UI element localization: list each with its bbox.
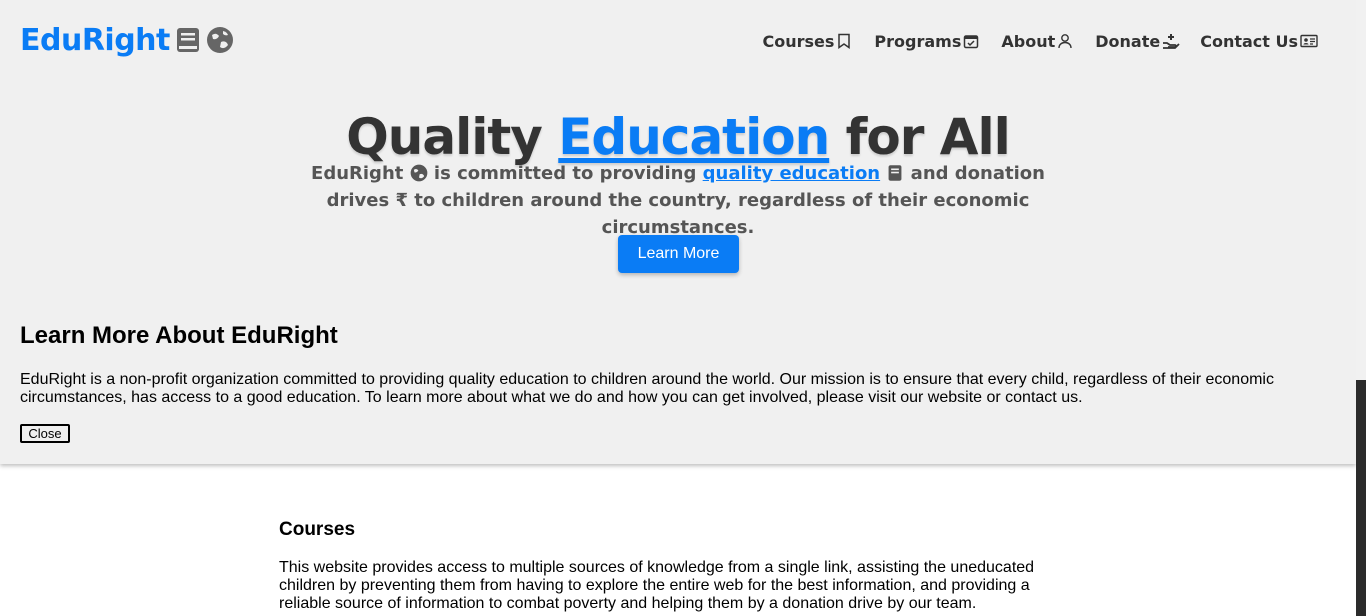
headline-post: for All: [829, 107, 1011, 166]
hand-donate-icon: [1162, 33, 1180, 49]
nav-about[interactable]: About: [1001, 32, 1073, 51]
nav-courses-label: Courses: [762, 31, 835, 51]
learn-more-button[interactable]: Learn More: [618, 235, 739, 273]
calendar-check-icon: [963, 33, 979, 49]
hero-section: EduRight Courses Programs About Donate C…: [0, 0, 1356, 464]
headline-pre: Quality: [346, 107, 559, 166]
globe-icon: [206, 26, 234, 54]
bookmark-icon: [836, 33, 852, 49]
quality-education-link[interactable]: quality education: [703, 163, 880, 184]
brand-name: EduRight: [20, 22, 170, 58]
id-card-icon: [1300, 33, 1318, 49]
nav-courses[interactable]: Courses: [762, 32, 852, 51]
hero-subtitle: EduRight is committed to providing quali…: [283, 160, 1073, 241]
courses-heading: Courses: [279, 519, 356, 540]
nav-about-label: About: [1001, 31, 1056, 51]
book-icon: [886, 163, 904, 181]
about-panel-title: Learn More About EduRight: [20, 322, 338, 349]
subtitle-text-3: to children around the country, regardle…: [407, 190, 1030, 238]
brand-logo[interactable]: EduRight: [20, 20, 234, 60]
headline-accent: Education: [558, 107, 830, 166]
nav-donate-label: Donate: [1095, 31, 1161, 51]
nav-programs[interactable]: Programs: [874, 32, 979, 51]
close-button[interactable]: Close: [20, 424, 70, 443]
subtitle-brand: EduRight: [311, 163, 404, 184]
page-title: Quality Education for All: [0, 108, 1356, 166]
rupee-icon: ₹: [395, 190, 408, 211]
scrollbar-thumb[interactable]: [1356, 380, 1366, 616]
about-panel-text: EduRight is a non-profit organization co…: [20, 371, 1274, 406]
main-nav: Courses Programs About Donate Contact Us: [762, 28, 1318, 54]
globe-icon: [410, 163, 428, 182]
nav-contact[interactable]: Contact Us: [1200, 31, 1318, 51]
nav-contact-label: Contact Us: [1200, 31, 1298, 51]
scrollbar-track: [1357, 0, 1365, 380]
scrollbar[interactable]: [1356, 0, 1366, 616]
nav-donate[interactable]: Donate: [1095, 31, 1180, 51]
book-icon: [174, 26, 202, 54]
user-icon: [1057, 33, 1073, 49]
subtitle-text-1: is committed to providing: [427, 163, 703, 184]
courses-text: This website provides access to multiple…: [279, 559, 1035, 612]
nav-programs-label: Programs: [874, 31, 962, 51]
